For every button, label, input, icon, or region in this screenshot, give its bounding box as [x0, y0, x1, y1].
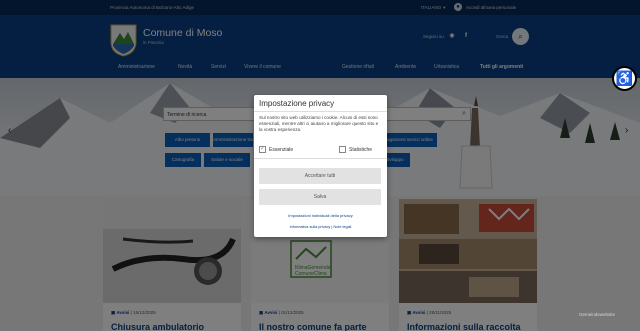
accessibility-icon[interactable]: ♿ — [612, 66, 637, 91]
statistics-label: Statistiche — [349, 147, 373, 153]
footer-brand: Gemeindewebsite — [579, 312, 616, 317]
divider — [254, 111, 387, 112]
privacy-body: Sul nostro sito web utilizziamo i cookie… — [259, 115, 379, 132]
essential-label: Essenziale — [269, 147, 294, 153]
privacy-heading: Impostazione privacy — [259, 99, 335, 108]
page: Provincia Autonoma di Bolzano-Alto Adige… — [0, 0, 640, 331]
privacy-info-link[interactable]: Informativa sulla privacy | Note legali — [254, 225, 387, 229]
statistics-checkbox[interactable] — [339, 146, 346, 153]
save-button[interactable]: Salva — [259, 189, 381, 205]
accept-all-button[interactable]: Accettare tutti — [259, 168, 381, 184]
essential-checkbox[interactable]: ✓ — [259, 146, 266, 153]
privacy-dialog: Impostazione privacy Sul nostro sito web… — [254, 95, 387, 237]
divider — [254, 158, 387, 159]
individual-settings-link[interactable]: Impostazioni individuali della privacy — [254, 213, 387, 218]
